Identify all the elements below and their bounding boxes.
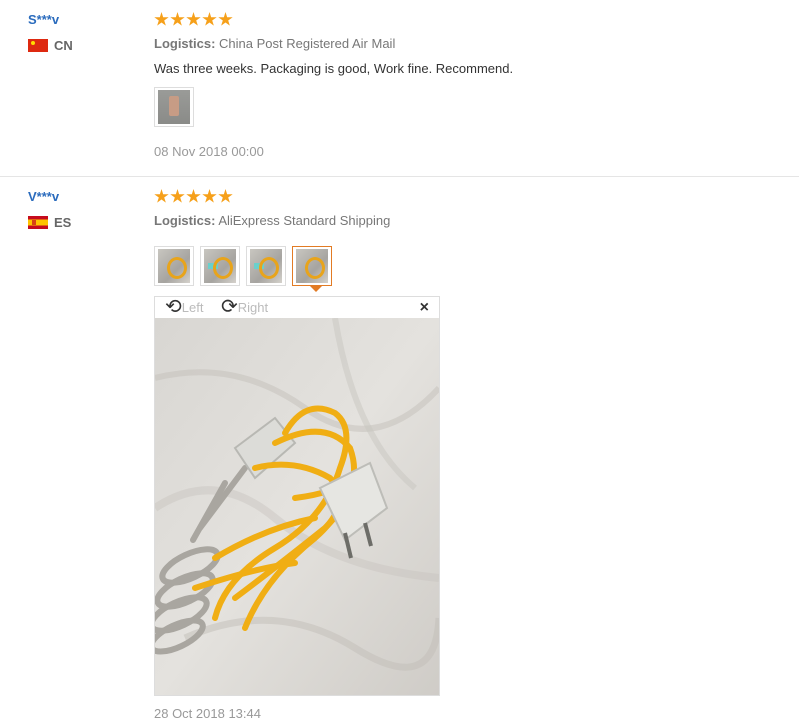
star-icon <box>218 12 233 26</box>
photo-thumbnail[interactable] <box>154 246 194 286</box>
spain-flag-icon <box>28 216 48 229</box>
rotate-left-button[interactable]: ⟲ Left <box>165 296 204 318</box>
rotate-left-label: Left <box>181 299 204 315</box>
star-icon <box>218 189 233 203</box>
photo-thumbnail[interactable] <box>154 87 194 127</box>
logistics-info: Logistics: AliExpress Standard Shipping <box>154 213 390 228</box>
country-code: ES <box>54 215 72 230</box>
logistics-label: Logistics: <box>154 213 216 228</box>
photo-image <box>158 249 190 283</box>
logistics-value: AliExpress Standard Shipping <box>218 213 391 228</box>
star-icon <box>186 12 201 26</box>
reviewer-name: V***v <box>28 189 60 204</box>
photo-thumbnails <box>154 87 194 127</box>
rotate-right-label: Right <box>237 299 269 315</box>
photo-thumbnails <box>154 246 332 286</box>
rotate-right-button[interactable]: ⟳ Right <box>221 296 269 318</box>
photo-image <box>158 90 190 124</box>
star-icon <box>202 189 217 203</box>
selected-thumbnail-caret <box>309 285 323 292</box>
photo-thumbnail-selected[interactable] <box>292 246 332 286</box>
rotate-left-icon: ⟲ <box>165 296 182 318</box>
star-rating <box>154 12 233 27</box>
star-icon <box>170 12 185 26</box>
reviewer-name: S***v <box>28 12 60 27</box>
star-icon <box>154 12 169 26</box>
china-flag-icon <box>28 39 48 52</box>
viewer-toolbar: ⟲ Left ⟳ Right × <box>155 297 439 318</box>
review-date: 08 Nov 2018 00:00 <box>154 144 264 159</box>
photo-image <box>250 249 282 283</box>
review-item: S***v CN Logistics: China Post Registere… <box>0 0 799 177</box>
rotate-right-icon: ⟳ <box>221 296 238 318</box>
country-code: CN <box>54 38 73 53</box>
logistics-label: Logistics: <box>154 36 216 51</box>
close-icon[interactable]: × <box>420 300 429 316</box>
product-photo-large <box>155 318 439 695</box>
star-rating <box>154 189 233 204</box>
star-icon <box>170 189 185 203</box>
reviewer-country: CN <box>28 38 73 53</box>
photo-image <box>296 249 328 283</box>
star-icon <box>186 189 201 203</box>
star-icon <box>154 189 169 203</box>
photo-thumbnail[interactable] <box>200 246 240 286</box>
photo-image <box>204 249 236 283</box>
logistics-value: China Post Registered Air Mail <box>219 36 396 51</box>
review-item: V***v ES Logistics: AliExpress Standard … <box>0 177 799 724</box>
review-text: Was three weeks. Packaging is good, Work… <box>154 61 514 76</box>
logistics-info: Logistics: China Post Registered Air Mai… <box>154 36 395 51</box>
photo-thumbnail[interactable] <box>246 246 286 286</box>
reviewer-country: ES <box>28 215 71 230</box>
photo-viewer: ⟲ Left ⟳ Right × <box>154 296 440 696</box>
star-icon <box>202 12 217 26</box>
review-date: 28 Oct 2018 13:44 <box>154 706 261 721</box>
